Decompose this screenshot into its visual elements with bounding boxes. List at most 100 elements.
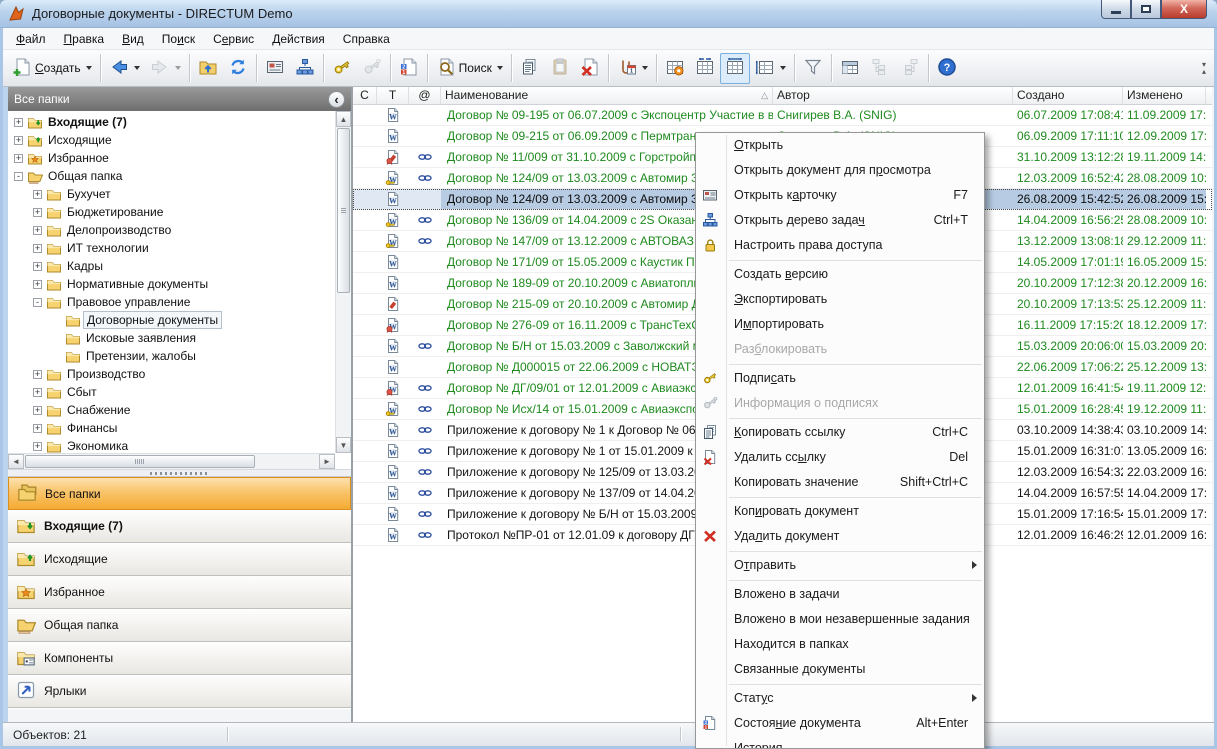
tree-item[interactable]: + Кадры xyxy=(8,257,335,275)
context-menu-item[interactable]: Копировать документ xyxy=(696,499,984,524)
menubar-item[interactable]: Сервис xyxy=(204,30,263,48)
tree-item[interactable]: + Исходящие xyxy=(8,131,335,149)
scroll-left-arrow[interactable]: ◄ xyxy=(8,454,24,469)
context-menu-item[interactable]: Вложено в мои незавершенные задания xyxy=(696,607,984,632)
tree-item[interactable]: + Производство xyxy=(8,365,335,383)
expand-toggle-icon[interactable]: + xyxy=(14,117,23,127)
expand-toggle-icon[interactable]: + xyxy=(14,153,23,163)
context-menu-item[interactable]: Открыть дерево задач Ctrl+T xyxy=(696,208,984,233)
keyq-button[interactable]: ? xyxy=(357,53,387,84)
tree-item[interactable]: Договорные документы xyxy=(8,311,335,329)
nav-button[interactable]: Входящие (7) xyxy=(8,510,351,543)
context-menu-item[interactable]: История xyxy=(696,736,984,748)
expand-toggle-icon[interactable]: + xyxy=(33,261,42,271)
nav-button[interactable]: Общая папка xyxy=(8,609,351,642)
column-header-Автор[interactable]: Автор xyxy=(773,87,1013,104)
colwidth-button[interactable] xyxy=(690,53,720,84)
context-menu-item[interactable]: Вложено в задачи xyxy=(696,582,984,607)
expand-toggle-icon[interactable]: + xyxy=(33,423,42,433)
expand-toggle-icon[interactable]: + xyxy=(14,135,23,145)
tree-horizontal-scrollbar[interactable]: ◄ ► xyxy=(8,453,335,469)
scroll-up-arrow[interactable]: ▲ xyxy=(336,111,351,127)
expand-toggle-icon[interactable]: + xyxy=(33,387,42,397)
delx-button[interactable] xyxy=(575,53,605,84)
tree-item[interactable]: + Финансы xyxy=(8,419,335,437)
expand-toggle-icon[interactable]: + xyxy=(33,207,42,217)
context-menu-item[interactable]: 2 1 Состояние документа Alt+Enter xyxy=(696,711,984,736)
collapse-panel-button[interactable]: ‹ xyxy=(328,90,345,108)
toolbar-overflow-button[interactable]: ▾ ▴ xyxy=(1198,61,1210,76)
context-menu-item[interactable]: Удалить ссылку Del xyxy=(696,445,984,470)
tree-item[interactable]: + Нормативные документы xyxy=(8,275,335,293)
rowheight-button[interactable] xyxy=(750,53,791,84)
column-header-Изменено[interactable]: Изменено xyxy=(1123,87,1206,104)
context-menu-item[interactable]: Открыть документ для просмотра xyxy=(696,158,984,183)
group1-button[interactable] xyxy=(865,53,895,84)
column-header-С[interactable]: С xyxy=(353,87,377,104)
back-button[interactable] xyxy=(104,53,145,84)
docstate-button[interactable]: 21 xyxy=(394,53,424,84)
tablegear-button[interactable] xyxy=(660,53,690,84)
menubar-item[interactable]: Правка xyxy=(55,30,114,48)
context-menu-item[interactable]: Открыть xyxy=(696,133,984,158)
close-button[interactable]: X xyxy=(1161,0,1207,19)
menubar-item[interactable]: Файл xyxy=(7,30,55,48)
tree-item[interactable]: + ИТ технологии xyxy=(8,239,335,257)
column-header-Наименование[interactable]: Наименование △ xyxy=(441,87,773,104)
maximize-button[interactable] xyxy=(1131,0,1161,19)
context-menu-item[interactable]: Копировать ссылку Ctrl+C xyxy=(696,420,984,445)
menubar-item[interactable]: Действия xyxy=(263,30,334,48)
context-menu-item[interactable]: Отправить xyxy=(696,553,984,578)
paste-button[interactable] xyxy=(545,53,575,84)
colfit-button[interactable] xyxy=(719,52,750,84)
funnel-button[interactable] xyxy=(798,53,828,84)
panel-splitter[interactable] xyxy=(8,469,351,477)
nav-button[interactable]: Все папки xyxy=(8,477,351,510)
tree-item[interactable]: Исковые заявления xyxy=(8,329,335,347)
context-menu-item[interactable]: Подписать xyxy=(696,366,984,391)
attach-button[interactable]: 1 xyxy=(612,53,653,84)
copy-button[interactable] xyxy=(515,53,545,84)
nav-button[interactable]: Компоненты xyxy=(8,642,351,675)
minimize-button[interactable] xyxy=(1101,0,1131,19)
tree-item[interactable]: - Правовое управление xyxy=(8,293,335,311)
scroll-right-arrow[interactable]: ► xyxy=(319,454,335,469)
expand-toggle-icon[interactable]: + xyxy=(33,441,42,451)
tableview-button[interactable] xyxy=(835,53,865,84)
context-menu-item[interactable]: Копировать значение Shift+Ctrl+C xyxy=(696,470,984,495)
tasktree-button[interactable] xyxy=(290,53,320,84)
tree-item[interactable]: + Избранное xyxy=(8,149,335,167)
column-header-Создано[interactable]: Создано xyxy=(1013,87,1123,104)
context-menu-item[interactable]: Импортировать xyxy=(696,312,984,337)
expand-toggle-icon[interactable]: + xyxy=(33,225,42,235)
nav-button[interactable]: Ярлыки xyxy=(8,675,351,708)
collapse-toggle-icon[interactable]: - xyxy=(33,297,42,307)
context-menu-item[interactable]: Находится в папках xyxy=(696,632,984,657)
tree-item[interactable]: + Бюджетирование xyxy=(8,203,335,221)
tree-item[interactable]: - Общая папка xyxy=(8,167,335,185)
column-header-Т[interactable]: Т xyxy=(377,87,409,104)
folderup-button[interactable] xyxy=(193,53,223,84)
tree-item[interactable]: + Снабжение xyxy=(8,401,335,419)
menubar-item[interactable]: Справка xyxy=(334,30,399,48)
menubar-item[interactable]: Поиск xyxy=(153,30,204,48)
context-menu-item[interactable]: Создать версию xyxy=(696,262,984,287)
expand-toggle-icon[interactable]: + xyxy=(33,405,42,415)
nav-button[interactable]: Избранное xyxy=(8,576,351,609)
tree-item[interactable]: + Входящие (7) xyxy=(8,113,335,131)
expand-toggle-icon[interactable]: + xyxy=(33,189,42,199)
context-menu-item[interactable]: Связанные документы xyxy=(696,657,984,682)
scroll-thumb[interactable] xyxy=(337,128,350,293)
tree-vertical-scrollbar[interactable]: ▲ ▼ xyxy=(335,111,351,453)
expand-toggle-icon[interactable]: + xyxy=(33,279,42,289)
context-menu-item[interactable]: Удалить документ xyxy=(696,524,984,549)
group2-button[interactable] xyxy=(895,53,925,84)
context-menu-item[interactable]: Экспортировать xyxy=(696,287,984,312)
table-row[interactable]: W Договор № 09-195 от 06.07.2009 с Экспоц… xyxy=(353,105,1212,126)
newdoc-button[interactable]: Создать xyxy=(7,53,97,84)
scroll-thumb[interactable] xyxy=(25,455,255,468)
tree-item[interactable]: + Сбыт xyxy=(8,383,335,401)
scroll-down-arrow[interactable]: ▼ xyxy=(336,437,351,453)
help-button[interactable]: ? xyxy=(932,53,962,84)
tree-item[interactable]: + Делопроизводство xyxy=(8,221,335,239)
